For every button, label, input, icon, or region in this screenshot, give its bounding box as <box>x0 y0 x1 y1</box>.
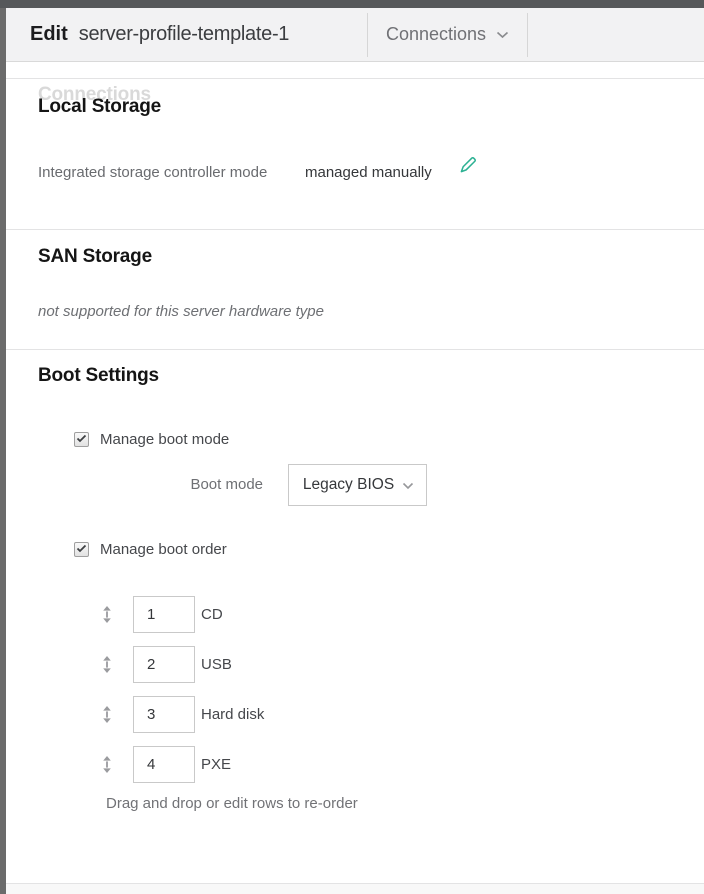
chevron-down-icon <box>402 482 414 490</box>
local-storage-heading: Local Storage <box>38 96 161 118</box>
check-icon <box>76 434 87 443</box>
boot-device-label: CD <box>201 596 223 633</box>
section-selector-dropdown[interactable]: Connections <box>368 8 527 61</box>
backdrop-left-edge <box>0 8 6 894</box>
drag-vertical-icon[interactable] <box>102 606 112 623</box>
pencil-icon <box>457 154 479 176</box>
boot-order-row: CD <box>0 596 704 633</box>
boot-position-input[interactable] <box>133 596 195 633</box>
chevron-down-icon <box>496 31 509 39</box>
boot-order-row: Hard disk <box>0 696 704 733</box>
boot-settings-heading: Boot Settings <box>38 365 159 387</box>
drag-vertical-icon[interactable] <box>102 756 112 773</box>
manage-boot-order-checkbox[interactable] <box>74 542 89 557</box>
manage-boot-order-label: Manage boot order <box>100 541 227 558</box>
controller-mode-label: Integrated storage controller mode <box>38 164 267 181</box>
boot-order-row: USB <box>0 646 704 683</box>
check-icon <box>76 544 87 553</box>
divider <box>6 349 704 350</box>
controller-mode-value: managed manually <box>305 164 432 181</box>
boot-device-label: Hard disk <box>201 696 264 733</box>
boot-mode-selected-value: Legacy BIOS <box>303 476 394 494</box>
boot-device-label: PXE <box>201 746 231 783</box>
section-selector-value: Connections <box>386 24 486 45</box>
manage-boot-mode-label: Manage boot mode <box>100 431 229 448</box>
backdrop-top-edge <box>0 0 704 8</box>
drag-vertical-icon[interactable] <box>102 706 112 723</box>
boot-position-input[interactable] <box>133 696 195 733</box>
san-storage-note: not supported for this server hardware t… <box>38 303 324 320</box>
bottom-strip <box>6 884 704 894</box>
dialog-title: Edit server-profile-template-1 <box>30 8 289 61</box>
header-separator <box>527 13 528 57</box>
manage-boot-mode-checkbox[interactable] <box>74 432 89 447</box>
boot-position-input[interactable] <box>133 746 195 783</box>
san-storage-heading: SAN Storage <box>38 246 152 268</box>
boot-order-row: PXE <box>0 746 704 783</box>
divider <box>6 78 704 79</box>
drag-vertical-icon[interactable] <box>102 656 112 673</box>
divider <box>6 229 704 230</box>
profile-template-name: server-profile-template-1 <box>79 23 289 46</box>
dialog-header: Edit server-profile-template-1 Connectio… <box>6 8 704 62</box>
boot-mode-label: Boot mode <box>38 464 263 506</box>
boot-position-input[interactable] <box>133 646 195 683</box>
boot-device-label: USB <box>201 646 232 683</box>
boot-order-hint: Drag and drop or edit rows to re-order <box>106 795 358 812</box>
edit-label: Edit <box>30 23 68 46</box>
edit-controller-mode-button[interactable] <box>456 154 480 178</box>
boot-mode-select[interactable]: Legacy BIOS <box>288 464 427 506</box>
